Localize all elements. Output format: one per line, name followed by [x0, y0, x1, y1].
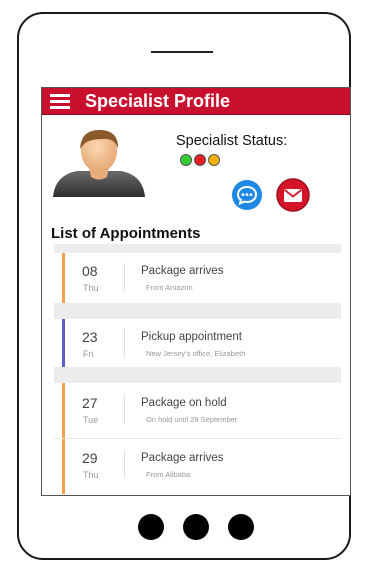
- chat-bubble-icon[interactable]: [232, 180, 262, 210]
- appointment-title: Package arrives: [141, 452, 224, 464]
- appointment-item[interactable]: 08 Thu Package arrives From Amazon: [54, 253, 341, 303]
- appointment-title: Package on hold: [141, 397, 227, 409]
- appointment-weekday: Fri: [83, 349, 94, 359]
- home-indicator: [138, 514, 254, 540]
- home-dot: [183, 514, 209, 540]
- appointment-day: 27: [82, 395, 98, 411]
- appointment-day: 23: [82, 329, 98, 345]
- list-spacer: [54, 367, 341, 383]
- divider: [124, 395, 125, 423]
- envelope-icon[interactable]: [276, 178, 310, 212]
- home-dot: [138, 514, 164, 540]
- appointment-subtitle: On hold until 29 September: [146, 415, 238, 424]
- appointment-weekday: Tue: [83, 415, 99, 425]
- appointments-heading: List of Appointments: [51, 225, 201, 242]
- list-spacer: [54, 244, 341, 253]
- appointment-subtitle: New Jersey's office, Elizabeth: [146, 349, 246, 358]
- user-avatar-icon: [53, 129, 145, 197]
- page-title: Specialist Profile: [85, 91, 231, 111]
- home-dot: [228, 514, 254, 540]
- appointment-weekday: Thu: [83, 470, 99, 480]
- appointment-item[interactable]: 23 Fri Pickup appointment New Jersey's o…: [54, 319, 341, 367]
- specialist-status-label: Specialist Status:: [176, 133, 288, 149]
- appointment-accent: [62, 253, 65, 303]
- divider: [124, 263, 125, 291]
- phone-screen: Specialist Profile Specialist Status: Li…: [41, 87, 351, 496]
- status-dot-green: [180, 154, 192, 166]
- appointment-title: Package arrives: [141, 265, 224, 277]
- appointment-subtitle: From Amazon: [146, 283, 193, 292]
- appointment-accent: [62, 383, 65, 438]
- appointment-accent: [62, 319, 65, 367]
- appointment-title: Pickup appointment: [141, 331, 243, 343]
- status-indicators: [180, 154, 220, 166]
- divider: [124, 329, 125, 357]
- speaker-grille: [151, 51, 213, 53]
- divider: [124, 450, 125, 478]
- appointment-weekday: Thu: [83, 283, 99, 293]
- app-header: Specialist Profile: [42, 88, 350, 115]
- list-spacer: [54, 303, 341, 319]
- appointment-day: 29: [82, 450, 98, 466]
- appointment-subtitle: From Alibaba: [146, 470, 191, 479]
- status-dot-yellow: [208, 154, 220, 166]
- appointment-day: 08: [82, 263, 98, 279]
- appointment-accent: [62, 439, 65, 494]
- status-dot-red: [194, 154, 206, 166]
- appointment-item[interactable]: 29 Thu Package arrives From Alibaba: [54, 439, 341, 494]
- appointment-item[interactable]: 27 Tue Package on hold On hold until 29 …: [54, 383, 341, 438]
- hamburger-icon[interactable]: [50, 94, 70, 109]
